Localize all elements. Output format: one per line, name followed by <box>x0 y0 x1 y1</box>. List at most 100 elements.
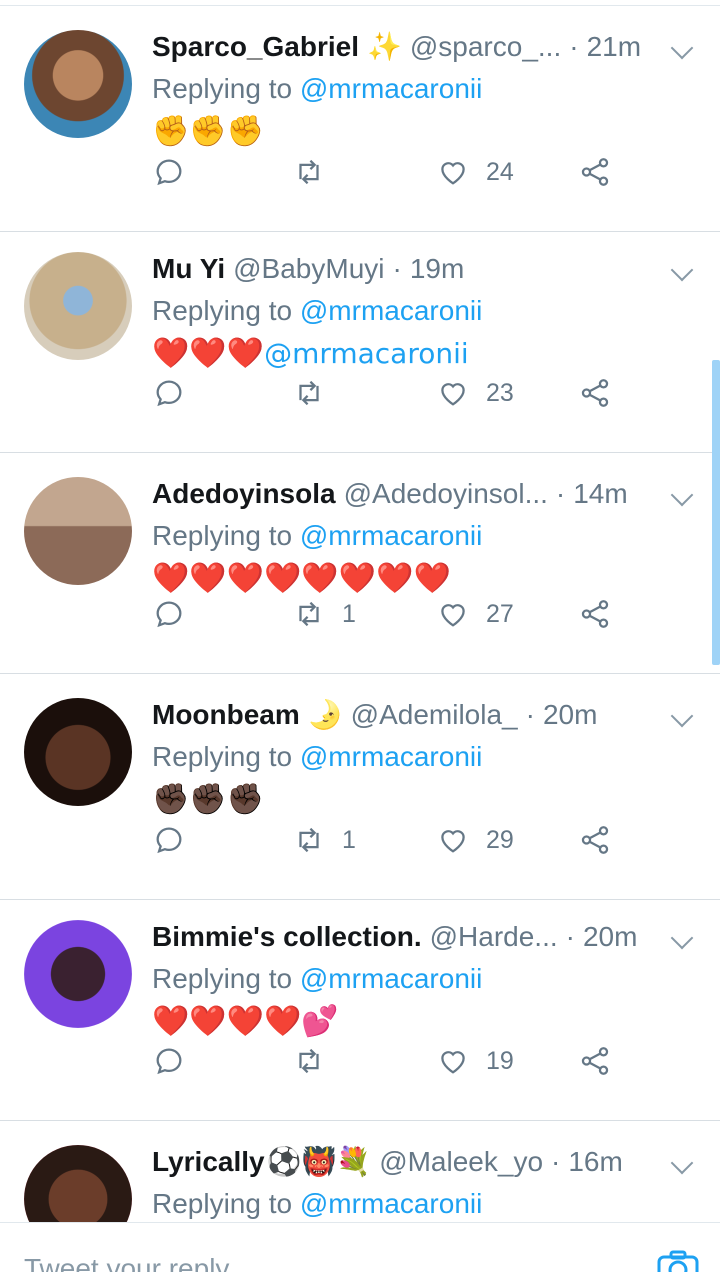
separator-dot: · <box>392 253 402 284</box>
user-name[interactable]: Mu Yi <box>152 252 225 286</box>
reply-mention-link[interactable]: @mrmacaronii <box>300 295 482 326</box>
share-icon <box>581 826 609 854</box>
reply-button[interactable] <box>152 594 186 634</box>
user-name[interactable]: Lyrically <box>152 1145 265 1179</box>
share-icon <box>581 158 609 186</box>
user-handle[interactable]: @Adedoyinsol... <box>344 477 548 511</box>
retweet-icon <box>299 159 319 185</box>
reply-mention-link[interactable]: @mrmacaronii <box>300 1188 482 1219</box>
retweet-button[interactable]: 1 <box>292 820 356 860</box>
reply-composer[interactable]: Tweet your reply <box>0 1222 720 1272</box>
reply-button[interactable] <box>152 152 186 192</box>
share-icon <box>581 379 609 407</box>
tweet-actions: 19 <box>152 1041 622 1081</box>
tweet-actions: 1 27 <box>152 594 622 634</box>
avatar[interactable] <box>24 920 132 1028</box>
share-button[interactable] <box>578 152 612 192</box>
scrollbar[interactable] <box>712 360 720 665</box>
like-count: 24 <box>486 157 514 186</box>
tweet-actions: 24 <box>152 152 622 192</box>
user-name[interactable]: Moonbeam <box>152 698 300 732</box>
reply-mention-link[interactable]: @mrmacaronii <box>300 520 482 551</box>
like-button[interactable]: 24 <box>436 152 514 192</box>
reply-mention-link[interactable]: @mrmacaronii <box>300 741 482 772</box>
user-name[interactable]: Bimmie's collection. <box>152 920 422 954</box>
user-handle[interactable]: @sparco_... <box>410 30 561 64</box>
name-emojis: ⚽👹💐 <box>266 1145 372 1178</box>
heart-icon <box>441 830 465 853</box>
tweet[interactable]: Bimmie's collection. @Harde... · 20m Rep… <box>0 900 720 1121</box>
like-button[interactable]: 29 <box>436 820 514 860</box>
tweet-body: ❤️❤️❤️ <box>152 336 265 371</box>
tweet-body: ❤️❤️❤️❤️❤️❤️❤️❤️ <box>152 561 451 596</box>
heart-icon <box>441 162 465 185</box>
reply-mention-link[interactable]: @mrmacaronii <box>300 963 482 994</box>
tweet[interactable]: Mu Yi @BabyMuyi · 19m Replying to @mrmac… <box>0 232 720 453</box>
user-handle[interactable]: @Maleek_yo <box>379 1145 543 1179</box>
user-name[interactable]: Adedoyinsola <box>152 477 336 511</box>
retweet-button[interactable] <box>292 1041 342 1081</box>
tweet-text: ❤️❤️❤️@mrmacaronii <box>152 334 696 374</box>
replying-to: Replying to @mrmacaronii <box>152 962 696 996</box>
replying-to-label: Replying to <box>152 963 293 994</box>
timestamp[interactable]: 20m <box>583 920 637 954</box>
share-button[interactable] <box>578 373 612 413</box>
heart-icon <box>441 383 465 406</box>
reply-button[interactable] <box>152 1041 186 1081</box>
user-handle[interactable]: @BabyMuyi <box>233 252 384 286</box>
replying-to-label: Replying to <box>152 520 293 551</box>
share-button[interactable] <box>578 594 612 634</box>
tweet[interactable]: Lyrically ⚽👹💐 @Maleek_yo · 16m Replying … <box>0 1121 720 1253</box>
timestamp[interactable]: 20m <box>543 698 597 732</box>
heart-icon <box>441 604 465 627</box>
avatar[interactable] <box>24 698 132 806</box>
reply-icon <box>156 601 182 628</box>
tweet-text: ❤️❤️❤️❤️❤️❤️❤️❤️ <box>152 559 696 599</box>
replying-to: Replying to @mrmacaronii <box>152 294 696 328</box>
like-count: 27 <box>486 599 514 628</box>
reply-icon <box>156 827 182 854</box>
body-mention-link[interactable]: @mrmacaronii <box>264 337 469 370</box>
like-button[interactable]: 19 <box>436 1041 514 1081</box>
share-button[interactable] <box>578 820 612 860</box>
reply-button[interactable] <box>152 820 186 860</box>
like-count: 19 <box>486 1046 514 1075</box>
tweet[interactable]: Adedoyinsola @Adedoyinsol... · 14m Reply… <box>0 453 720 674</box>
camera-icon[interactable] <box>656 1249 700 1272</box>
user-name[interactable]: Sparco_Gabriel <box>152 30 359 64</box>
reply-mention-link[interactable]: @mrmacaronii <box>300 73 482 104</box>
retweet-button[interactable] <box>292 373 342 413</box>
avatar[interactable] <box>24 477 132 585</box>
user-handle[interactable]: @Harde... <box>430 920 558 954</box>
share-button[interactable] <box>578 1041 612 1081</box>
share-icon <box>581 600 609 628</box>
replying-to: Replying to @mrmacaronii <box>152 72 696 106</box>
like-button[interactable]: 27 <box>436 594 514 634</box>
sparkles-emoji: ✨ <box>366 30 402 63</box>
timestamp[interactable]: 16m <box>568 1145 622 1179</box>
retweet-count: 1 <box>342 825 356 854</box>
tweet[interactable]: Moonbeam 🌛 @Ademilola_ · 20m Replying to… <box>0 674 720 900</box>
avatar[interactable] <box>24 252 132 360</box>
reply-button[interactable] <box>152 373 186 413</box>
timestamp[interactable]: 21m <box>587 30 641 64</box>
retweet-button[interactable]: 1 <box>292 594 356 634</box>
tweet-text: ❤️❤️❤️❤️💕 <box>152 1002 696 1042</box>
timestamp[interactable]: 14m <box>573 477 627 511</box>
user-handle[interactable]: @Ademilola_ <box>351 698 518 732</box>
tweet[interactable]: Sparco_Gabriel ✨ @sparco_... · 21m Reply… <box>0 6 720 232</box>
tweet-actions: 1 29 <box>152 820 622 860</box>
timestamp[interactable]: 19m <box>410 252 464 286</box>
separator-dot: · <box>569 31 579 62</box>
tweet-text: ✊🏿✊🏿✊🏿 <box>152 780 696 820</box>
heart-icon <box>441 1051 465 1074</box>
replying-to: Replying to @mrmacaronii <box>152 519 696 553</box>
like-button[interactable]: 23 <box>436 373 514 413</box>
avatar[interactable] <box>24 30 132 138</box>
like-count: 29 <box>486 825 514 854</box>
reply-input[interactable]: Tweet your reply <box>24 1253 229 1272</box>
retweet-icon <box>299 380 319 406</box>
retweet-button[interactable] <box>292 152 342 192</box>
separator-dot: · <box>551 1146 561 1177</box>
reply-icon <box>156 1048 182 1075</box>
